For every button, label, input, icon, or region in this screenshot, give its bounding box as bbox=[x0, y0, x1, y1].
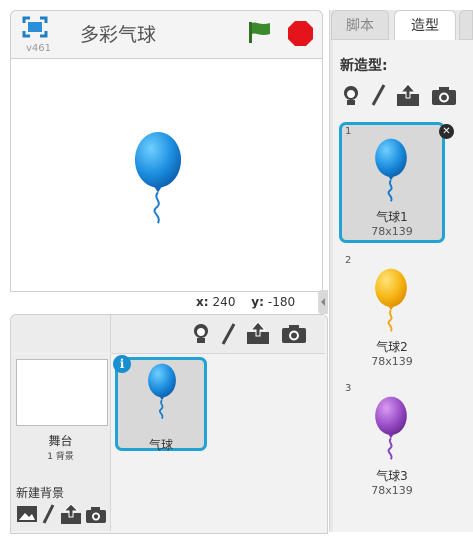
stage-canvas[interactable] bbox=[10, 58, 323, 292]
paint-brush-icon[interactable] bbox=[219, 322, 237, 346]
camera-backdrop-icon[interactable] bbox=[85, 506, 107, 524]
stop-icon[interactable] bbox=[287, 20, 314, 47]
upload-sprite-icon[interactable] bbox=[246, 321, 270, 345]
costume-name: 气球3 bbox=[376, 469, 408, 483]
costume-name: 气球2 bbox=[376, 340, 408, 354]
choose-backdrop-icon[interactable] bbox=[16, 505, 38, 523]
fullscreen-icon[interactable] bbox=[22, 16, 48, 38]
mouse-coordinates: x: 240 y: -180 bbox=[196, 295, 296, 309]
delete-costume-icon[interactable]: ✕ bbox=[439, 124, 454, 139]
stage-thumbnail[interactable] bbox=[16, 359, 108, 426]
costume-number: 3 bbox=[345, 383, 352, 394]
camera-sprite-icon[interactable] bbox=[281, 324, 307, 344]
backdrop-count: 1 背景 bbox=[47, 452, 74, 462]
balloon-sprite-icon[interactable] bbox=[129, 131, 187, 227]
stage-label: 舞台 bbox=[48, 434, 73, 448]
project-title[interactable]: 多彩气球 bbox=[80, 20, 156, 47]
sprite-info-button[interactable]: i bbox=[113, 355, 131, 373]
tab-scripts[interactable]: 脚本 bbox=[331, 10, 389, 40]
upload-backdrop-icon[interactable] bbox=[60, 503, 82, 525]
collapse-stage-button[interactable] bbox=[318, 290, 328, 314]
choose-costume-icon[interactable] bbox=[341, 84, 361, 106]
new-backdrop-label: 新建背景 bbox=[16, 486, 65, 500]
costume-number: 2 bbox=[345, 255, 352, 266]
costume-number: 1 bbox=[345, 126, 352, 137]
costume-2-balloon-icon bbox=[375, 268, 407, 332]
costume-name: 气球1 bbox=[376, 210, 408, 224]
new-costume-label: 新造型: bbox=[340, 58, 388, 74]
upload-costume-icon[interactable] bbox=[396, 83, 420, 107]
balloon-thumbnail-icon bbox=[148, 363, 176, 420]
paint-backdrop-icon[interactable] bbox=[41, 503, 55, 525]
costume-1-balloon-icon bbox=[375, 138, 407, 202]
costume-size: 78x139 bbox=[371, 225, 413, 238]
green-flag-icon[interactable] bbox=[246, 20, 272, 44]
costume-size: 78x139 bbox=[371, 355, 413, 368]
paint-costume-icon[interactable] bbox=[370, 83, 386, 107]
tab-costumes[interactable]: 造型 bbox=[394, 10, 456, 40]
choose-sprite-icon[interactable] bbox=[191, 322, 211, 344]
stage-header bbox=[10, 10, 323, 59]
costume-3-balloon-icon bbox=[375, 396, 407, 460]
sprite-name: 气球 bbox=[148, 438, 173, 452]
costume-size: 78x139 bbox=[371, 484, 413, 497]
camera-costume-icon[interactable] bbox=[431, 86, 457, 106]
version-label: v461 bbox=[26, 43, 52, 54]
stage-column-header bbox=[11, 315, 111, 353]
tab-sounds[interactable] bbox=[459, 10, 473, 40]
